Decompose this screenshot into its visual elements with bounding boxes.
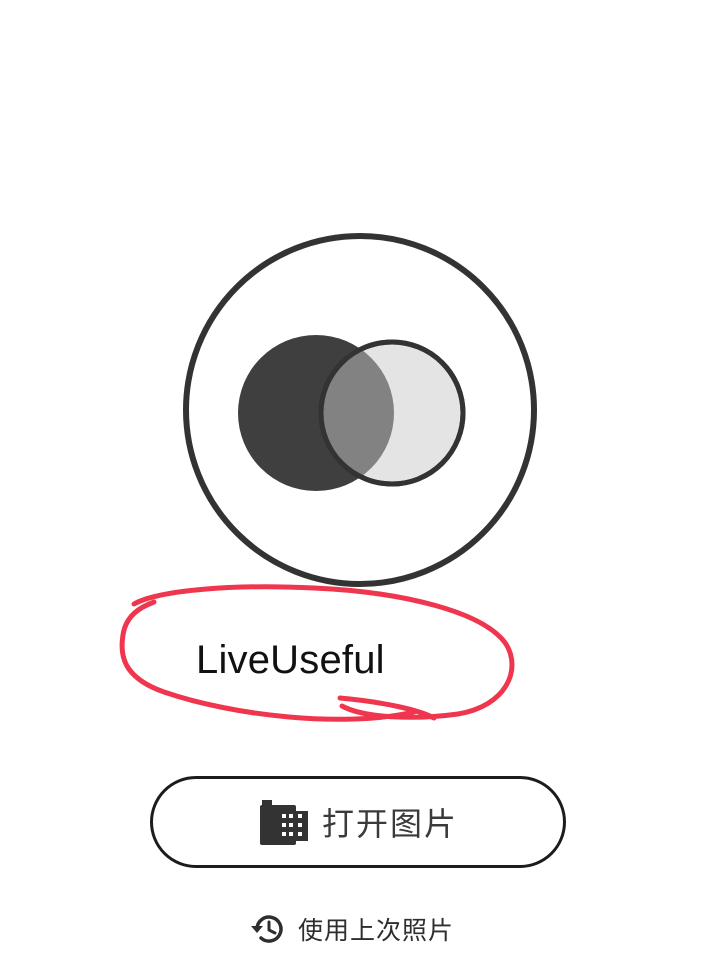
app-logo [183,233,537,587]
open-image-button[interactable]: 打开图片 [150,776,566,868]
use-last-photo-link[interactable]: 使用上次照片 [250,906,454,952]
app-name: LiveUseful [196,638,385,682]
use-last-photo-label: 使用上次照片 [298,916,455,945]
history-icon [251,915,283,943]
film-icon [259,800,308,845]
open-image-label: 打开图片 [321,805,458,843]
